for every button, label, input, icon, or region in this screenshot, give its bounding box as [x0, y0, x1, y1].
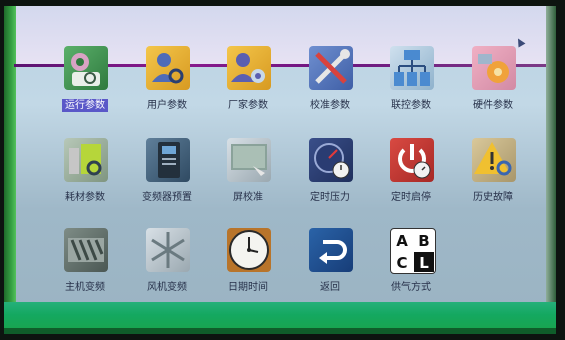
menu-tile-air-supply-mode[interactable]: A B C L 供气方式	[372, 228, 450, 306]
abcl-letter-c: C	[396, 254, 407, 272]
menu-tile-calibration-params[interactable]: 校准参数	[291, 46, 369, 124]
menu-tile-label: 硬件参数	[473, 100, 513, 111]
screw-rotor-icon	[64, 228, 108, 272]
network-link-icon	[390, 46, 434, 90]
menu-tile-timed-pressure[interactable]: 定时压力	[291, 138, 369, 216]
power-timer-icon	[390, 138, 434, 182]
menu-tile-host-inverter[interactable]: 主机变频	[46, 228, 124, 306]
menu-tile-label: 供气方式	[391, 282, 431, 293]
inverter-icon	[146, 138, 190, 182]
menu-tile-fan-inverter[interactable]: 风机变频	[128, 228, 206, 306]
menu-tile-run-params[interactable]: 运行参数	[46, 46, 124, 124]
menu-tile-label: 屏校准	[233, 192, 263, 203]
menu-tile-label: 耗材参数	[65, 192, 105, 203]
menu-tile-label: 变频器预置	[142, 192, 192, 203]
consumables-icon	[64, 138, 108, 182]
menu-tile-timed-startstop[interactable]: 定时启停	[372, 138, 450, 216]
abcl-letter-a: A	[396, 232, 408, 250]
menu-tile-label: 运行参数	[46, 96, 124, 112]
clock-icon	[227, 228, 271, 272]
menu-tile-label: 联控参数	[391, 100, 431, 111]
menu-tile-link-params[interactable]: 联控参数	[372, 46, 450, 124]
menu-tile-inverter-preset[interactable]: 变频器预置	[128, 138, 206, 216]
tools-wrench-icon	[309, 46, 353, 90]
menu-tile-return[interactable]: 返回	[291, 228, 369, 306]
screen-edge-right	[546, 6, 556, 334]
menu-tile-label: 用户参数	[147, 100, 187, 111]
menu-tile-label: 风机变频	[147, 282, 187, 293]
menu-tile-vendor-params[interactable]: 厂家参数	[209, 46, 287, 124]
menu-tile-label: 历史故障	[473, 192, 513, 203]
fan-icon	[146, 228, 190, 272]
menu-tile-date-time[interactable]: 日期时间	[209, 228, 287, 306]
menu-tile-label: 校准参数	[310, 100, 350, 111]
menu-tile-user-params[interactable]: 用户参数	[128, 46, 206, 124]
abcl-letter-b: B	[418, 232, 429, 250]
menu-tile-hardware-params[interactable]: 硬件参数	[454, 46, 532, 124]
pressure-timer-icon	[309, 138, 353, 182]
screen-calibrate-icon	[227, 138, 271, 182]
menu-tile-label: 日期时间	[228, 282, 268, 293]
menu-tile-label: 主机变频	[65, 282, 105, 293]
abcl-letter-l: L	[419, 254, 429, 272]
hardware-gear-icon	[472, 46, 516, 90]
user-settings-icon	[227, 46, 271, 90]
menu-tile-label: 厂家参数	[228, 100, 268, 111]
warning-search-icon	[472, 138, 516, 182]
menu-tile-label: 返回	[320, 282, 340, 293]
abcl-icon: A B C L	[390, 228, 436, 274]
menu-tile-consumables-params[interactable]: 耗材参数	[46, 138, 124, 216]
user-search-icon	[146, 46, 190, 90]
menu-tile-fault-history[interactable]: 历史故障	[454, 138, 532, 216]
screen-bottom-edge	[4, 328, 556, 334]
menu-tile-label: 定时启停	[391, 192, 431, 203]
screen-edge-left	[4, 6, 16, 334]
gear-magnifier-icon	[64, 46, 108, 90]
menu-tile-screen-calibration[interactable]: 屏校准	[209, 138, 287, 216]
menu-tile-label: 定时压力	[310, 192, 350, 203]
return-arrow-icon	[309, 228, 353, 272]
hmi-screen: 运行参数 用户参数 厂家参数 校准参数 联控参数 硬件参数 耗材参数 变频器预置…	[4, 6, 556, 334]
